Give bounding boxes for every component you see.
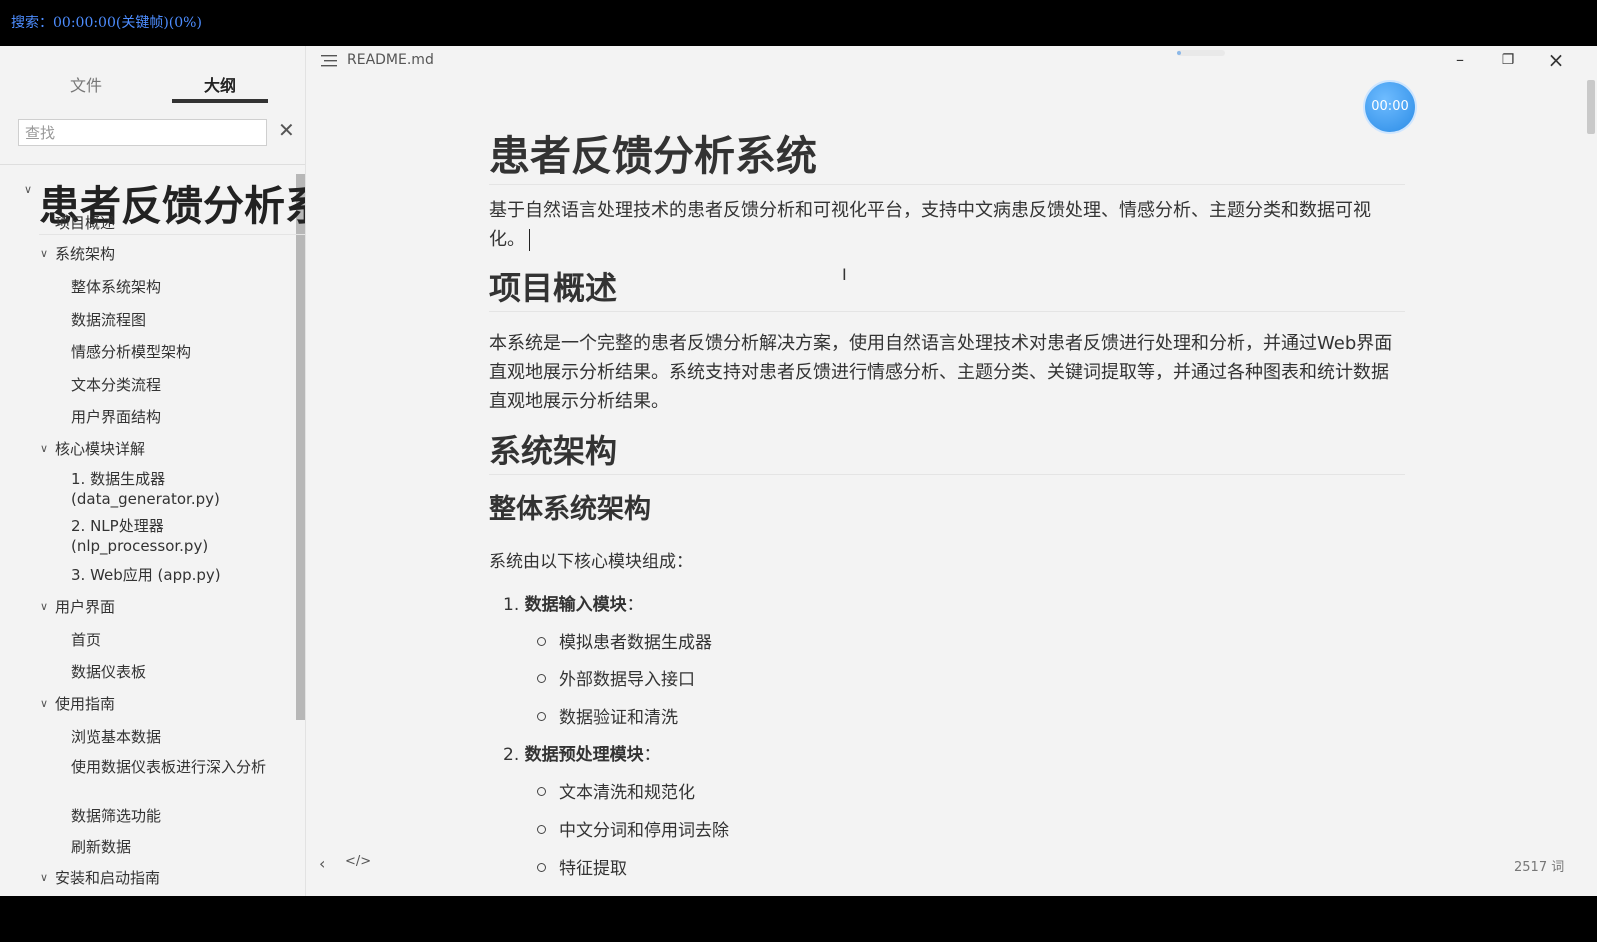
heading-overview: 项目概述 (489, 267, 1405, 312)
heading-overall-architecture: 整体系统架构 (489, 494, 651, 525)
recorder-bar: 搜索：00:00:00(关键帧)(0%) (0, 0, 1597, 46)
outline-item[interactable]: 刷新数据 (71, 837, 131, 857)
outline-item[interactable]: 情感分析模型架构 (71, 342, 191, 362)
restore-icon[interactable]: ❐ (1492, 48, 1524, 72)
outline-item[interactable]: 系统架构 (55, 244, 115, 264)
outline-item[interactable]: 用户界面 (55, 597, 115, 617)
list-item[interactable]: 数据验证和清洗 (537, 703, 678, 728)
timer-badge[interactable]: 00:00 (1365, 82, 1415, 132)
outline-item[interactable]: 2. NLP处理器 (nlp_processor.py) (71, 516, 271, 556)
outline-search-input[interactable] (18, 119, 267, 146)
chevron-left-icon[interactable]: ‹ (319, 854, 325, 873)
outline-item[interactable]: 3. Web应用 (app.py) (71, 565, 221, 585)
outline-item[interactable]: 数据仪表板 (71, 662, 146, 682)
ibeam-cursor-icon: I (842, 265, 847, 284)
list-item[interactable]: 特征提取 (537, 854, 627, 879)
outline-item[interactable]: 项目概述 (55, 213, 115, 233)
outline-item[interactable]: 浏览基本数据 (71, 727, 161, 747)
list-item[interactable]: 中文分词和停用词去除 (537, 816, 729, 841)
chevron-down-icon[interactable]: ∨ (40, 244, 48, 264)
document-scrollbar[interactable] (1587, 80, 1595, 134)
outline-item[interactable]: 使用数据仪表板进行深入分析 (71, 757, 271, 777)
outline-item[interactable]: 整体系统架构 (71, 277, 161, 297)
heading-architecture: 系统架构 (489, 430, 1405, 475)
chevron-down-icon[interactable]: ∨ (40, 868, 48, 888)
outline-item[interactable]: 用户界面结构 (71, 407, 161, 427)
outline-item[interactable]: 文本分类流程 (71, 375, 161, 395)
modules-intro[interactable]: 系统由以下核心模块组成： (489, 548, 693, 577)
sidebar: 文件 大纲 ✕ ∨ 患者反馈分析系统 项目概述 ∨ 系统架构 整体系统架构 数据… (0, 46, 306, 896)
editor: README.md – ❐ × 00:00 患者反馈分析系统 基于自然语言处理技… (307, 46, 1597, 896)
search-status: 搜索：00:00:00(关键帧)(0%) (11, 15, 202, 31)
list-item[interactable]: 模拟患者数据生成器 (537, 628, 712, 653)
word-count[interactable]: 2517 词 (1514, 856, 1564, 875)
sidebar-scrollbar[interactable] (296, 174, 305, 720)
outline-item[interactable]: 首页 (71, 630, 101, 650)
list-item[interactable]: 文本清洗和规范化 (537, 778, 695, 803)
outline-item[interactable]: 使用指南 (55, 694, 115, 714)
outline-item[interactable]: 1. 数据生成器 (data_generator.py) (71, 469, 271, 509)
active-tab-indicator (172, 99, 268, 103)
loading-indicator (1177, 50, 1225, 56)
outline-item[interactable]: 数据流程图 (71, 310, 146, 330)
outline-item[interactable]: 核心模块详解 (55, 439, 145, 459)
tab-files[interactable]: 文件 (70, 72, 102, 96)
list-item[interactable]: 1. 数据输入模块： (503, 590, 644, 615)
code-icon[interactable]: </> (345, 854, 371, 869)
intro-paragraph[interactable]: 基于自然语言处理技术的患者反馈分析和可视化平台，支持中文病患反馈处理、情感分析、… (489, 196, 1399, 254)
file-title: README.md (347, 52, 434, 68)
close-icon[interactable]: ✕ (278, 118, 295, 142)
doc-title: 患者反馈分析系统 (489, 130, 1405, 185)
divider (0, 164, 305, 165)
outline-item[interactable]: 数据筛选功能 (71, 806, 161, 826)
chevron-down-icon[interactable]: ∨ (40, 597, 48, 617)
minimize-icon[interactable]: – (1444, 48, 1476, 72)
tab-outline[interactable]: 大纲 (204, 72, 236, 96)
text-caret (529, 229, 530, 251)
outline-item[interactable]: 安装和启动指南 (55, 868, 160, 888)
close-icon[interactable]: × (1540, 48, 1572, 72)
chevron-down-icon[interactable]: ∨ (40, 439, 48, 459)
chevron-down-icon[interactable]: ∨ (40, 694, 48, 714)
chevron-down-icon[interactable]: ∨ (24, 180, 32, 200)
list-item[interactable]: 外部数据导入接口 (537, 665, 695, 690)
overview-paragraph[interactable]: 本系统是一个完整的患者反馈分析解决方案，使用自然语言处理技术对患者反馈进行处理和… (489, 329, 1405, 416)
list-item[interactable]: 2. 数据预处理模块： (503, 740, 661, 765)
bottom-bar (0, 896, 1597, 942)
menu-icon[interactable] (321, 54, 339, 68)
typora-window: 文件 大纲 ✕ ∨ 患者反馈分析系统 项目概述 ∨ 系统架构 整体系统架构 数据… (0, 46, 1597, 896)
